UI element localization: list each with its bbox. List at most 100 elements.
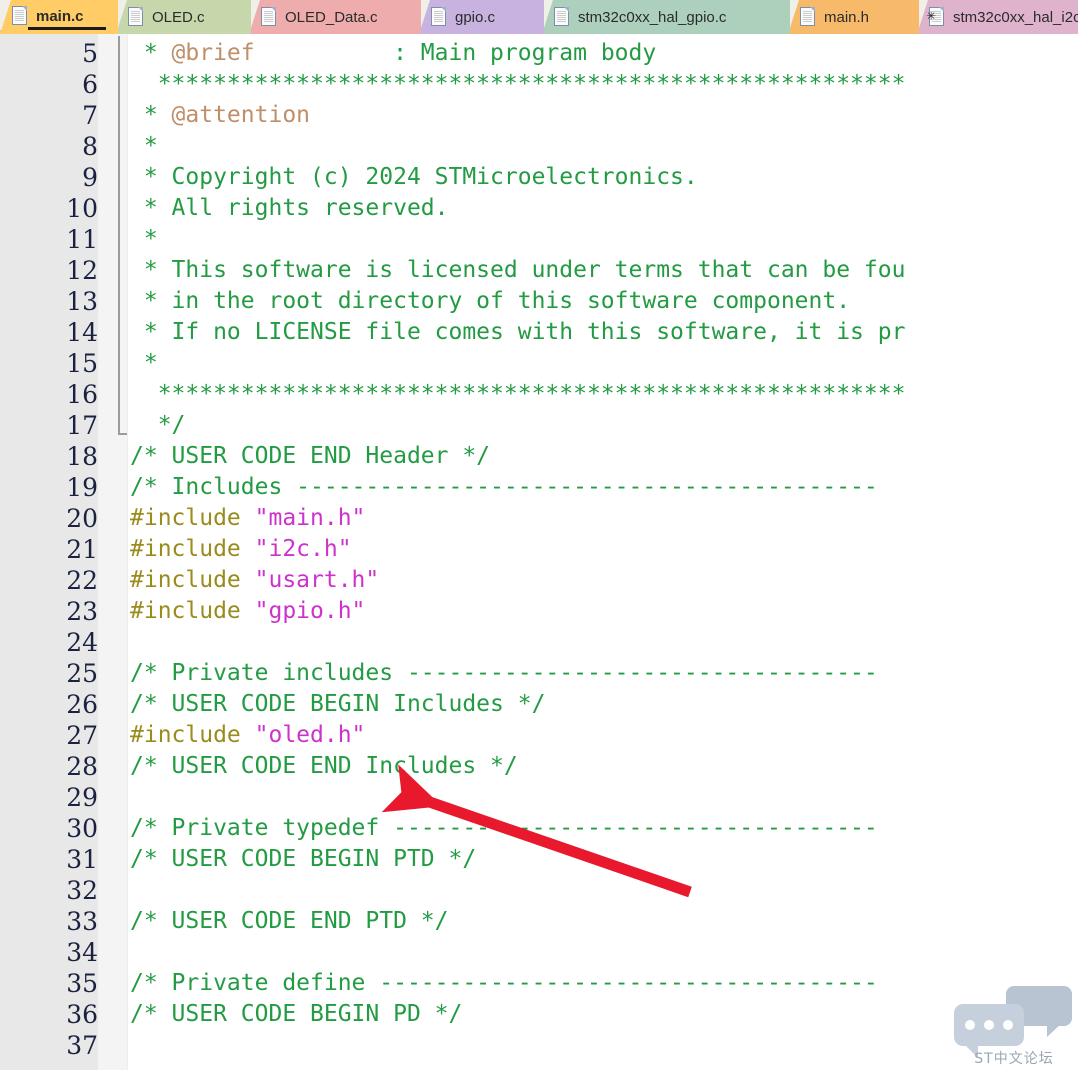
code-token: ****************************************… xyxy=(130,71,906,97)
code-editor[interactable]: 5 6 7 8 9 10 11 12 13 14 15 16 17 18 19 20 21 22 23 24 25 26 2… xyxy=(0,34,1078,1070)
code-token: * xyxy=(130,133,158,159)
code-token: * All rights reserved. xyxy=(130,195,449,221)
code-line[interactable]: /* USER CODE BEGIN PTD */ xyxy=(130,844,476,875)
line-number: 34 xyxy=(66,938,98,967)
code-line[interactable]: /* Private typedef ---------------------… xyxy=(130,813,878,844)
code-token: /* USER CODE END PTD */ xyxy=(130,908,449,934)
code-line[interactable]: * All rights reserved. xyxy=(130,193,449,224)
code-line[interactable]: * If no LICENSE file comes with this sof… xyxy=(130,317,906,348)
code-line[interactable]: /* Private define ----------------------… xyxy=(130,968,878,999)
code-token: #include xyxy=(130,722,255,748)
code-line[interactable]: #include "gpio.h" xyxy=(130,596,365,627)
code-token: * xyxy=(130,40,172,66)
line-number: 12 xyxy=(66,256,98,285)
code-token: /* USER CODE END Header */ xyxy=(130,443,491,469)
editor-tab-gpio-c[interactable]: gpio.c xyxy=(419,0,544,34)
code-token: #include xyxy=(130,505,255,531)
code-folding-margin[interactable] xyxy=(98,34,128,1070)
editor-tab-main-c[interactable]: main.c xyxy=(0,0,118,34)
code-line[interactable]: /* USER CODE END PTD */ xyxy=(130,906,449,937)
code-line[interactable]: * xyxy=(130,224,158,255)
code-token: @attention xyxy=(171,102,311,128)
code-line[interactable]: * This software is licensed under terms … xyxy=(130,255,906,286)
code-line[interactable]: ****************************************… xyxy=(130,379,906,410)
line-number: 11 xyxy=(66,225,98,254)
file-c-icon xyxy=(431,6,448,28)
editor-tab-label: OLED.c xyxy=(152,8,205,26)
line-number: 30 xyxy=(66,814,98,843)
line-number: 36 xyxy=(66,1000,98,1029)
line-number: 9 xyxy=(82,163,98,192)
line-number: 26 xyxy=(66,690,98,719)
line-number: 24 xyxy=(66,628,98,657)
code-line[interactable]: * xyxy=(130,131,158,162)
file-c-icon xyxy=(261,6,278,28)
code-token: /* Private typedef ---------------------… xyxy=(130,815,878,841)
code-line[interactable]: /* USER CODE END Includes */ xyxy=(130,751,518,782)
code-line[interactable]: ****************************************… xyxy=(130,69,906,100)
code-token: */ xyxy=(130,412,186,438)
code-token: "i2c.h" xyxy=(254,536,352,562)
line-number: 19 xyxy=(66,473,98,502)
code-line[interactable]: #include "usart.h" xyxy=(130,565,379,596)
code-line[interactable]: #include "main.h" xyxy=(130,503,365,534)
line-number: 28 xyxy=(66,752,98,781)
code-token: * If no LICENSE file comes with this sof… xyxy=(130,319,906,345)
code-line[interactable]: #include "i2c.h" xyxy=(130,534,352,565)
folding-bracket-line xyxy=(118,36,120,433)
file-h-icon xyxy=(800,6,817,28)
code-token: /* USER CODE BEGIN PD */ xyxy=(130,1001,463,1027)
code-line[interactable]: /* Includes ----------------------------… xyxy=(130,472,878,503)
line-number: 7 xyxy=(82,101,98,130)
line-number: 5 xyxy=(82,39,98,68)
line-number: 31 xyxy=(66,845,98,874)
line-number: 20 xyxy=(66,504,98,533)
code-line[interactable]: * in the root directory of this software… xyxy=(130,286,850,317)
editor-tab-oled-c[interactable]: OLED.c xyxy=(116,0,251,34)
editor-tab-main-h[interactable]: main.h xyxy=(788,0,919,34)
code-line[interactable]: */ xyxy=(130,410,186,441)
code-token: * This software is licensed under terms … xyxy=(130,257,906,283)
code-line[interactable]: #include "oled.h" xyxy=(130,720,365,751)
line-number: 6 xyxy=(82,70,98,99)
code-token: #include xyxy=(130,536,255,562)
folding-bracket-foot xyxy=(118,433,127,435)
line-number: 14 xyxy=(66,318,98,347)
editor-tab-stm32c0xx-hal-gpio-c[interactable]: stm32c0xx_hal_gpio.c xyxy=(542,0,790,34)
code-token: /* Private define ----------------------… xyxy=(130,970,878,996)
line-number: 21 xyxy=(66,535,98,564)
code-line[interactable]: /* Private includes --------------------… xyxy=(130,658,878,689)
editor-tab-label: gpio.c xyxy=(455,8,496,26)
line-number: 18 xyxy=(66,442,98,471)
code-line[interactable]: /* USER CODE BEGIN Includes */ xyxy=(130,689,545,720)
line-number: 15 xyxy=(66,349,98,378)
code-token: "oled.h" xyxy=(254,722,366,748)
code-token: "gpio.h" xyxy=(254,598,366,624)
line-number: 16 xyxy=(66,380,98,409)
line-number: 22 xyxy=(66,566,98,595)
code-token: * xyxy=(130,226,158,252)
editor-tab-bar: main.c OLED.c OLED_Data.c gpio.c stm32c0xx_h… xyxy=(0,0,1078,34)
code-token: #include xyxy=(130,598,255,624)
editor-tab-oled-data-c[interactable]: OLED_Data.c xyxy=(249,0,421,34)
line-number: 29 xyxy=(66,783,98,812)
code-line[interactable]: * xyxy=(130,348,158,379)
code-token: "usart.h" xyxy=(254,567,380,593)
code-token: /* USER CODE END Includes */ xyxy=(130,753,518,779)
code-line[interactable]: /* USER CODE END Header */ xyxy=(130,441,490,472)
active-tab-underline xyxy=(28,27,106,30)
editor-tab-stm32c0xx-hal-i2c-c[interactable]: ✳ stm32c0xx_hal_i2c.c xyxy=(917,0,1078,34)
line-number: 35 xyxy=(66,969,98,998)
forum-watermark: ST中文论坛 xyxy=(954,982,1074,1068)
code-line[interactable]: * @brief : Main program body xyxy=(130,38,656,69)
code-line[interactable]: /* USER CODE BEGIN PD */ xyxy=(130,999,462,1030)
code-line[interactable]: * @attention xyxy=(130,100,310,131)
line-number: 10 xyxy=(66,194,98,223)
line-number: 13 xyxy=(66,287,98,316)
code-line[interactable]: * Copyright (c) 2024 STMicroelectronics. xyxy=(130,162,698,193)
line-number: 32 xyxy=(66,876,98,905)
code-token: ****************************************… xyxy=(130,381,906,407)
line-number: 37 xyxy=(66,1031,98,1060)
code-token: /* USER CODE BEGIN Includes */ xyxy=(130,691,546,717)
file-c-icon xyxy=(554,6,571,28)
